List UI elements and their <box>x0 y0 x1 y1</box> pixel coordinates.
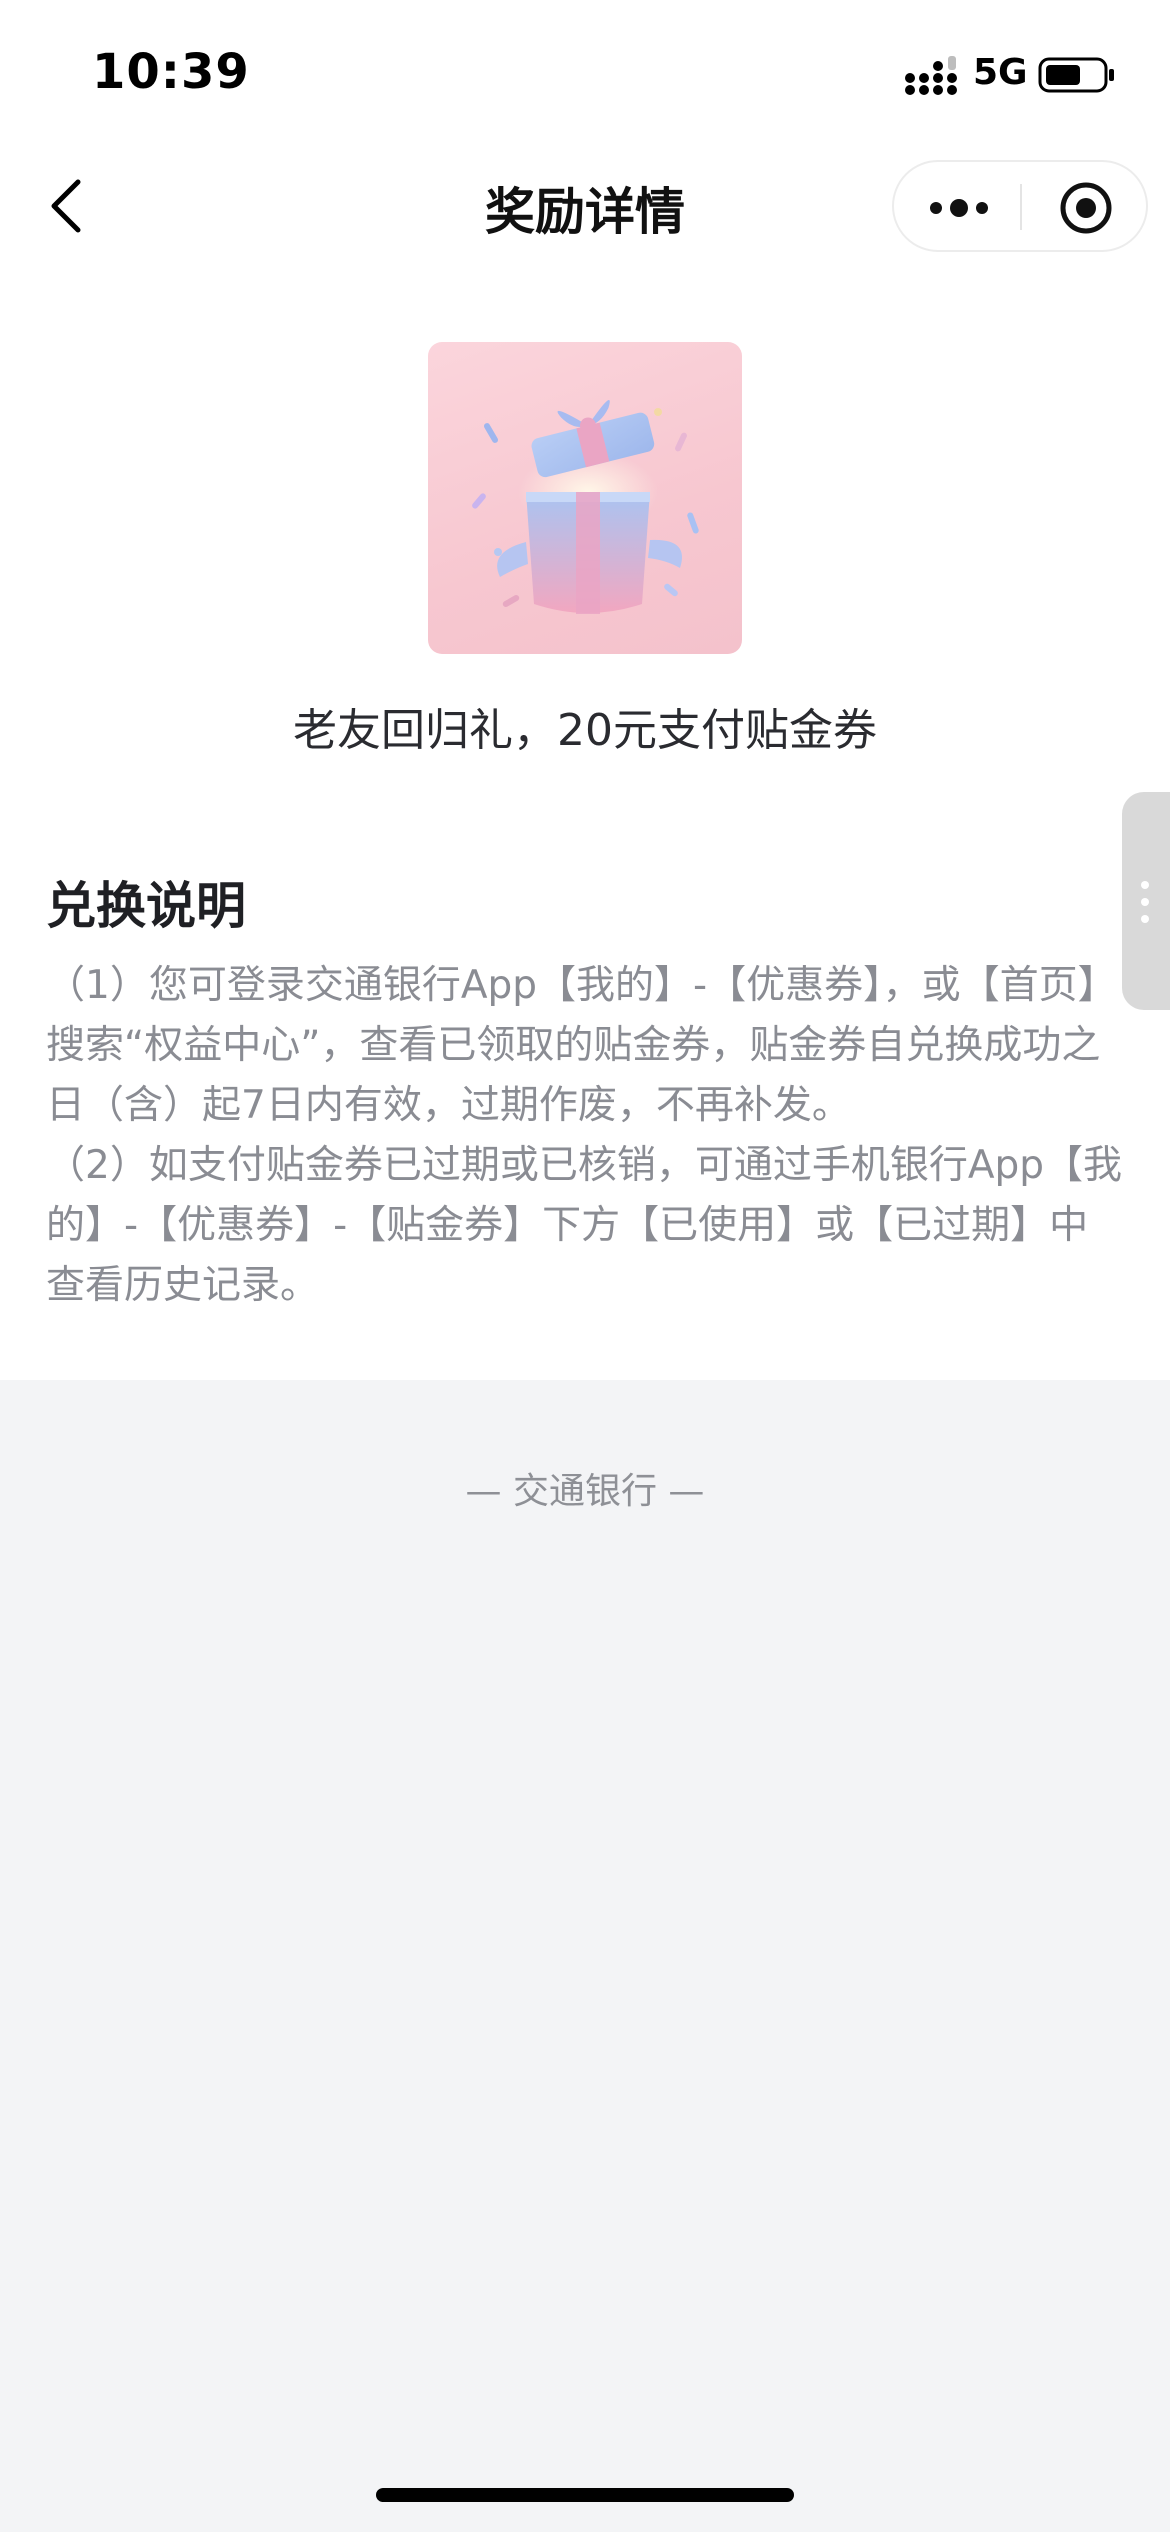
signal-icon <box>905 56 957 95</box>
instruction-paragraph: （1）您可登录交通银行App【我的】-【优惠券】，或【首页】搜索“权益中心”，查… <box>46 963 1117 1128</box>
reward-name: 老友回归礼，20元支付贴金券 <box>293 705 877 756</box>
gift-box-icon <box>472 400 699 614</box>
footer-brand: — 交通银行 — <box>465 1471 705 1512</box>
vertical-dots-icon <box>1141 881 1149 923</box>
miniprogram-capsule <box>892 160 1148 252</box>
home-indicator[interactable] <box>376 2488 794 2502</box>
more-icon[interactable] <box>924 188 994 228</box>
network-label: 5G <box>973 52 1028 93</box>
instructions-title: 兑换说明 <box>46 877 246 935</box>
status-time: 10:39 <box>92 44 250 100</box>
instructions-body: （1）您可登录交通银行App【我的】-【优惠券】，或【首页】搜索“权益中心”，查… <box>46 956 1126 1316</box>
capsule-divider <box>1020 184 1022 230</box>
battery-icon <box>1038 57 1114 93</box>
side-float-tab[interactable] <box>1122 792 1170 1010</box>
content-panel: 10:39 5G 奖励详情 老友回归礼，20元支付贴金券 兑换说明 （1）您可登… <box>0 0 1170 1380</box>
reward-image <box>428 342 742 654</box>
close-icon[interactable] <box>1058 180 1114 236</box>
instruction-paragraph: （2）如支付贴金券已过期或已核销，可通过手机银行App【我的】-【优惠券】-【贴… <box>46 1143 1123 1308</box>
